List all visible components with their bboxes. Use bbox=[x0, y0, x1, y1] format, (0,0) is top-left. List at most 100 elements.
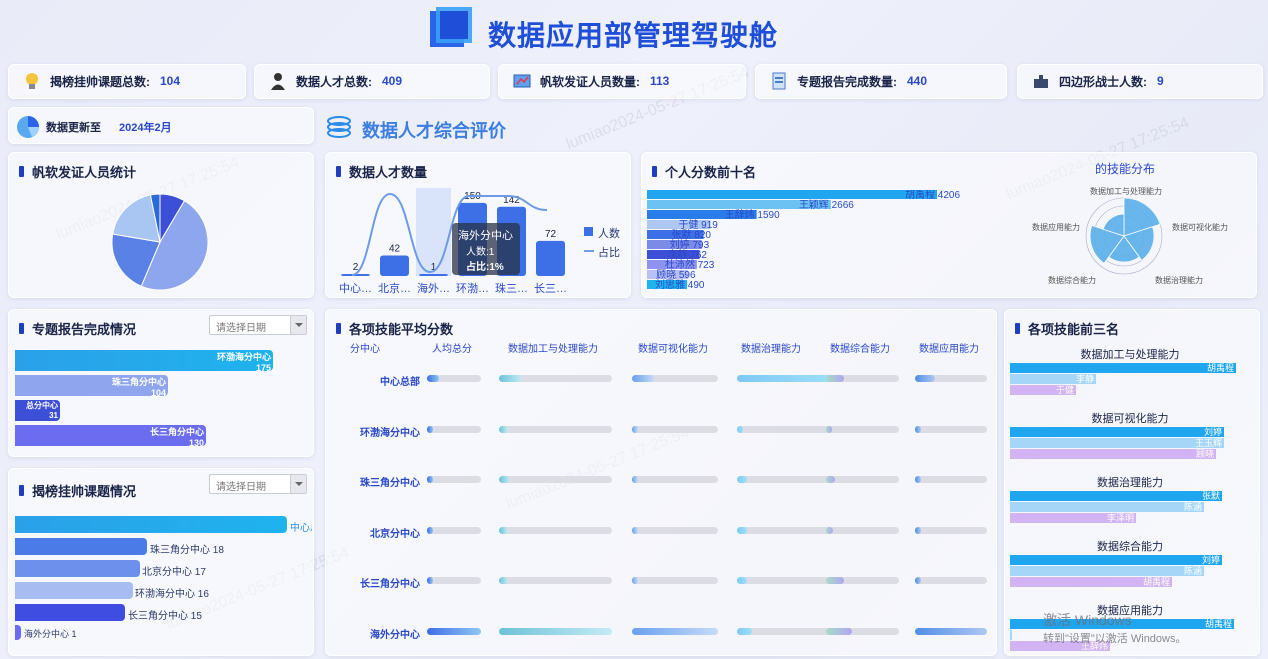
score-track bbox=[826, 375, 899, 382]
bar-value-label: 42 bbox=[389, 244, 401, 255]
title-marker bbox=[652, 166, 657, 177]
score-track bbox=[826, 476, 899, 483]
score-track bbox=[632, 425, 718, 433]
kpi-topics: 揭榜挂帅课题总数: 104 bbox=[8, 64, 246, 98]
top3-bar[interactable]: 张默 bbox=[1010, 491, 1222, 501]
date-select[interactable]: 请选择日期 bbox=[209, 474, 307, 494]
score-fill bbox=[427, 425, 433, 433]
score-fill bbox=[632, 476, 638, 483]
score-track bbox=[427, 425, 481, 433]
score-fill bbox=[737, 526, 748, 534]
top10-name: 王辞炜 1590 bbox=[725, 208, 780, 221]
top3-bar[interactable]: 刘婷 bbox=[1010, 555, 1222, 565]
top3-bar[interactable]: 于健 bbox=[1010, 385, 1076, 395]
column-header: 数据加工与处理能力 bbox=[508, 344, 598, 355]
score-track bbox=[915, 627, 987, 635]
title-marker bbox=[336, 323, 341, 334]
top10-name: 胡禹程 4206 bbox=[905, 190, 960, 201]
date-select[interactable]: 请选择日期 bbox=[209, 315, 307, 335]
score-fill bbox=[737, 627, 753, 635]
top3-bar[interactable]: 王玉辉 bbox=[1010, 438, 1224, 448]
score-track bbox=[826, 577, 899, 584]
title-marker bbox=[19, 323, 24, 334]
score-fill bbox=[632, 577, 638, 584]
score-track bbox=[499, 375, 612, 382]
column-header: 数据应用能力 bbox=[919, 344, 979, 355]
score-fill bbox=[826, 526, 834, 534]
score-fill bbox=[826, 425, 832, 433]
app-logo bbox=[430, 7, 472, 47]
score-fill bbox=[499, 627, 612, 635]
score-track bbox=[632, 476, 718, 483]
skill-polar-chart bbox=[1085, 197, 1163, 275]
score-track bbox=[427, 476, 481, 483]
fanruan-pie-chart bbox=[111, 193, 209, 291]
jiebang-bar bbox=[15, 582, 133, 599]
title-marker bbox=[19, 485, 24, 496]
score-track bbox=[499, 425, 612, 433]
score-track bbox=[826, 425, 899, 433]
chart-tooltip: 海外分中心 人数:1 占比:1% bbox=[452, 223, 520, 275]
x-tick-label: 海外… bbox=[417, 281, 450, 295]
score-track bbox=[427, 526, 481, 534]
pie-chart-icon bbox=[17, 116, 39, 138]
score-fill bbox=[915, 577, 921, 584]
x-tick-label: 北京… bbox=[378, 281, 411, 295]
talent-bar[interactable] bbox=[380, 255, 409, 276]
score-fill bbox=[427, 577, 433, 584]
talent-bar[interactable] bbox=[419, 274, 448, 276]
section-title: 数据人才综合评价 bbox=[362, 121, 506, 141]
column-header: 分中心 bbox=[350, 344, 380, 355]
jiebang-bar bbox=[15, 560, 140, 577]
score-fill bbox=[427, 375, 439, 382]
skill-group-title: 数据加工与处理能力 bbox=[1080, 349, 1180, 361]
score-fill bbox=[826, 375, 845, 382]
panel-title: 各项技能平均分数 bbox=[336, 319, 453, 338]
legend-bar-swatch bbox=[584, 227, 593, 236]
top10-bar[interactable] bbox=[647, 190, 937, 199]
panel-title: 数据人才数量 bbox=[336, 162, 427, 181]
title-marker bbox=[336, 166, 341, 177]
top3-bar[interactable]: 陈涵 bbox=[1010, 502, 1204, 512]
score-track bbox=[737, 627, 839, 635]
skill-group-title: 数据治理能力 bbox=[1097, 477, 1163, 489]
top3-bar[interactable]: 刘婷 bbox=[1010, 427, 1224, 437]
kpi-talent: 数据人才总数: 409 bbox=[254, 64, 490, 98]
top3-bar[interactable]: 胡禹程 bbox=[1010, 577, 1172, 587]
score-fill bbox=[499, 526, 509, 534]
title-marker bbox=[1015, 323, 1020, 334]
row-header: 海外分中心 bbox=[370, 629, 420, 641]
score-fill bbox=[499, 476, 511, 483]
jiebang-bar bbox=[15, 538, 147, 555]
legend-bar-label[interactable]: 人数 bbox=[598, 225, 620, 241]
top3-bar[interactable]: 李静 bbox=[1010, 374, 1096, 384]
certificate-icon bbox=[513, 74, 531, 88]
legend-line-swatch bbox=[584, 250, 594, 252]
top3-bar[interactable]: 陈涵 bbox=[1010, 566, 1204, 576]
score-track bbox=[826, 627, 899, 635]
top10-chart: 胡禹程 4206王颖辉 2666王辞炜 1590于健 919张默 820刘婷 7… bbox=[647, 190, 960, 291]
panel-title: 个人分数前十名 bbox=[652, 162, 756, 181]
page-title: 数据应用部管理驾驶舱 bbox=[488, 20, 779, 51]
score-track bbox=[427, 627, 481, 635]
score-track bbox=[915, 425, 987, 433]
score-track bbox=[915, 526, 987, 534]
top3-bar[interactable]: 顾晓 bbox=[1010, 449, 1216, 459]
top3-bar[interactable] bbox=[1010, 630, 1012, 640]
score-fill bbox=[632, 425, 638, 433]
top3-bar[interactable]: 李泽明 bbox=[1010, 513, 1136, 523]
kpi-warriors: 四边形战士人数: 9 bbox=[1017, 64, 1263, 98]
legend-line-label[interactable]: 占比 bbox=[598, 244, 620, 260]
column-header: 数据综合能力 bbox=[830, 344, 890, 355]
jiebang-bar bbox=[15, 604, 125, 621]
score-track bbox=[427, 375, 481, 382]
score-fill bbox=[737, 476, 748, 483]
score-fill bbox=[915, 425, 921, 433]
score-track bbox=[826, 526, 899, 534]
x-tick-label: 长三… bbox=[534, 282, 567, 295]
top3-bar[interactable]: 胡禹程 bbox=[1010, 363, 1236, 373]
row-header: 长三角分中心 bbox=[360, 579, 420, 590]
talent-bar[interactable] bbox=[536, 240, 565, 276]
score-track bbox=[499, 577, 612, 584]
score-track bbox=[915, 476, 987, 483]
